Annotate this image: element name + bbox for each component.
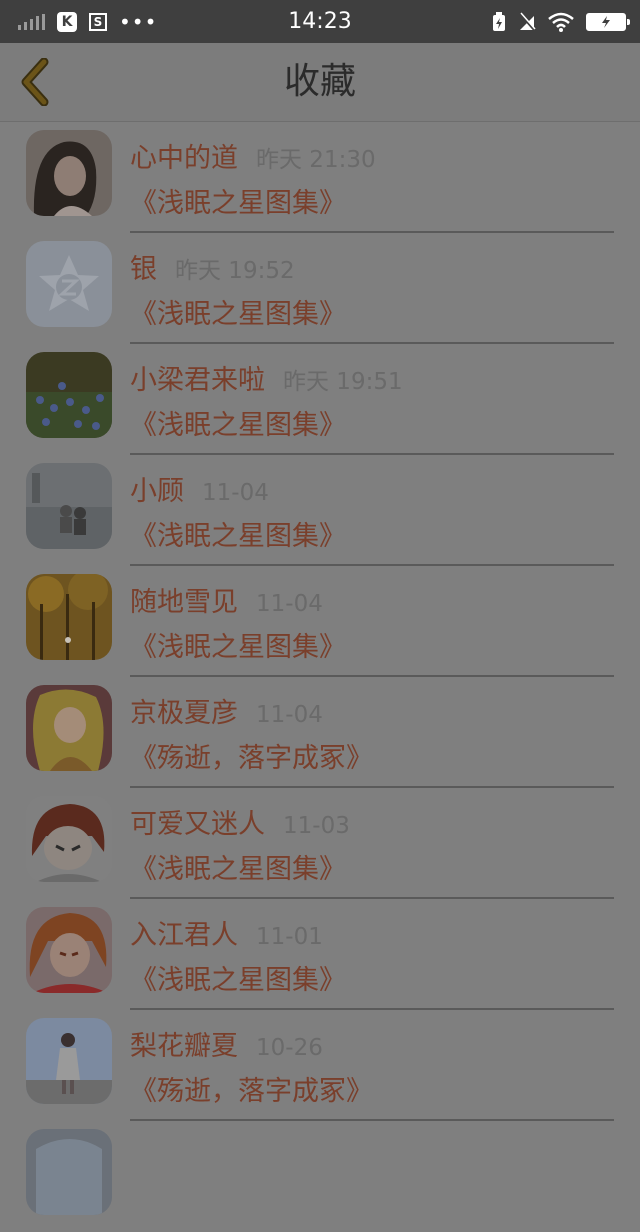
status-right-icons (492, 9, 630, 35)
user-name[interactable]: 京极夏彦 (130, 691, 238, 730)
item-text: 京极夏彦 11-04 《殇逝，落字成冢》 (130, 691, 614, 775)
user-name[interactable]: 心中的道 (130, 136, 238, 175)
item-text: 梨花瓣夏 10-26 《殇逝，落字成冢》 (130, 1024, 614, 1108)
user-name[interactable]: 入江君人 (130, 913, 238, 952)
charging-icon (493, 12, 505, 31)
no-sim-icon (519, 12, 536, 31)
item-text: 随地雪见 11-04 《浅眠之星图集》 (130, 580, 614, 664)
avatar[interactable] (26, 463, 112, 549)
user-name[interactable]: 小梁君来啦 (130, 358, 265, 397)
more-dots-icon: ••• (119, 10, 158, 34)
collection-title[interactable]: 《浅眠之星图集》 (130, 292, 614, 331)
timestamp: 10-26 (256, 1035, 323, 1061)
collection-title[interactable]: 《浅眠之星图集》 (130, 514, 614, 553)
avatar[interactable] (26, 907, 112, 993)
list-item[interactable]: 小梁君来啦 昨天 19:51 《浅眠之星图集》 (0, 344, 640, 455)
avatar[interactable] (26, 1129, 112, 1215)
collection-title[interactable]: 《浅眠之星图集》 (130, 403, 614, 442)
item-text: 可爱又迷人 11-03 《浅眠之星图集》 (130, 802, 614, 886)
signal-bars-icon (18, 14, 45, 30)
list-item[interactable]: 银 昨天 19:52 《浅眠之星图集》 (0, 233, 640, 344)
avatar[interactable] (26, 685, 112, 771)
item-header: 入江君人 11-01 (130, 913, 614, 952)
item-header: 梨花瓣夏 10-26 (130, 1024, 614, 1063)
list-item[interactable]: 梨花瓣夏 10-26 《殇逝，落字成冢》 (0, 1010, 640, 1121)
wifi-icon (548, 12, 574, 32)
nav-bar: 收藏 (0, 43, 640, 122)
collection-title[interactable]: 《浅眠之星图集》 (130, 625, 614, 664)
collection-title[interactable]: 《浅眠之星图集》 (130, 847, 614, 886)
back-button[interactable] (10, 55, 60, 109)
avatar[interactable] (26, 352, 112, 438)
list-item[interactable]: 随地雪见 11-04 《浅眠之星图集》 (0, 566, 640, 677)
k-app-icon: K (57, 12, 77, 32)
item-text: 小梁君来啦 昨天 19:51 《浅眠之星图集》 (130, 358, 614, 442)
item-header: 银 昨天 19:52 (130, 247, 614, 286)
avatar[interactable] (26, 241, 112, 327)
timestamp: 昨天 21:30 (256, 147, 376, 173)
item-text: 小顾 11-04 《浅眠之星图集》 (130, 469, 614, 553)
item-text: 心中的道 昨天 21:30 《浅眠之星图集》 (130, 136, 614, 220)
user-name[interactable]: 小顾 (130, 469, 184, 508)
list-item[interactable]: 京极夏彦 11-04 《殇逝，落字成冢》 (0, 677, 640, 788)
timestamp: 11-04 (256, 702, 323, 728)
list-item[interactable]: 入江君人 11-01 《浅眠之星图集》 (0, 899, 640, 1010)
status-bar: K S ••• 14:23 (0, 0, 640, 43)
item-header: 小梁君来啦 昨天 19:51 (130, 358, 614, 397)
user-name[interactable]: 随地雪见 (130, 580, 238, 619)
avatar[interactable] (26, 130, 112, 216)
item-header: 小顾 11-04 (130, 469, 614, 508)
item-text: 入江君人 11-01 《浅眠之星图集》 (130, 913, 614, 997)
timestamp: 11-01 (256, 924, 323, 950)
timestamp: 昨天 19:52 (175, 258, 295, 284)
item-header: 随地雪见 11-04 (130, 580, 614, 619)
page-title: 收藏 (283, 61, 356, 102)
collection-title[interactable]: 《浅眠之星图集》 (130, 958, 614, 997)
list-item[interactable]: 可爱又迷人 11-03 《浅眠之星图集》 (0, 788, 640, 899)
timestamp: 昨天 19:51 (283, 369, 403, 395)
timestamp: 11-03 (283, 813, 350, 839)
battery-icon (586, 13, 630, 31)
s-app-icon: S (89, 13, 107, 31)
list-item[interactable]: 小顾 11-04 《浅眠之星图集》 (0, 455, 640, 566)
item-header: 京极夏彦 11-04 (130, 691, 614, 730)
favorites-list: 心中的道 昨天 21:30 《浅眠之星图集》 银 昨天 19:52 《浅眠之星图… (0, 122, 640, 1232)
user-name[interactable]: 梨花瓣夏 (130, 1024, 238, 1063)
avatar[interactable] (26, 796, 112, 882)
status-left-icons: K S ••• (18, 8, 157, 36)
avatar[interactable] (26, 574, 112, 660)
avatar[interactable] (26, 1018, 112, 1104)
collection-title[interactable]: 《浅眠之星图集》 (130, 181, 614, 220)
timestamp: 11-04 (256, 591, 323, 617)
collection-title[interactable]: 《殇逝，落字成冢》 (130, 736, 614, 775)
chevron-left-icon (21, 58, 49, 106)
item-header: 心中的道 昨天 21:30 (130, 136, 614, 175)
user-name[interactable]: 银 (130, 247, 157, 286)
item-header: 可爱又迷人 11-03 (130, 802, 614, 841)
user-name[interactable]: 可爱又迷人 (130, 802, 265, 841)
collection-title[interactable]: 《殇逝，落字成冢》 (130, 1069, 614, 1108)
item-text: 银 昨天 19:52 《浅眠之星图集》 (130, 247, 614, 331)
list-item[interactable]: 心中的道 昨天 21:30 《浅眠之星图集》 (0, 122, 640, 233)
timestamp: 11-04 (202, 480, 269, 506)
